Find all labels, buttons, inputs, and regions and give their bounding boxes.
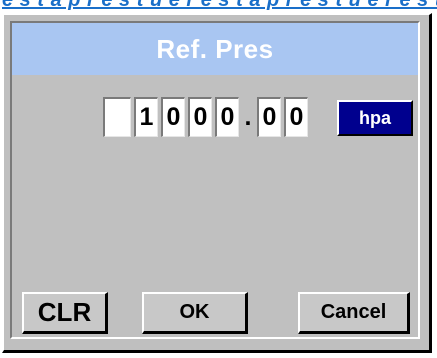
dialog-title: Ref. Pres	[156, 33, 274, 64]
digit-cell-6[interactable]: 0	[284, 97, 308, 137]
dialog-title-bar: Ref. Pres	[12, 23, 418, 75]
reference-pressure-dialog: Ref. Pres 1 0 0 0 . 0 0 hpa CLR OK Cance…	[2, 13, 432, 353]
digit-cell-1[interactable]: 1	[134, 97, 158, 137]
clear-button[interactable]: CLR	[22, 292, 108, 334]
digit-cell-2[interactable]: 0	[161, 97, 185, 137]
unit-selector-button[interactable]: hpa	[337, 100, 413, 136]
decimal-point: .	[244, 102, 252, 131]
digit-cell-4[interactable]: 0	[215, 97, 239, 137]
header-link-strip: e s t a p r e s t u e r e s t a p r e s …	[0, 0, 437, 14]
digit-cell-5[interactable]: 0	[257, 97, 281, 137]
header-link-text: e s t a p r e s t u e r e s t a p r e s …	[2, 0, 437, 11]
digit-cell-3[interactable]: 0	[188, 97, 212, 137]
cancel-button[interactable]: Cancel	[298, 292, 410, 334]
ok-button[interactable]: OK	[142, 292, 248, 334]
digit-cell-sign[interactable]	[103, 97, 131, 137]
dialog-body: Ref. Pres 1 0 0 0 . 0 0 hpa CLR OK Cance…	[10, 21, 420, 339]
pressure-value-input[interactable]: 1 0 0 0 . 0 0	[103, 97, 311, 139]
